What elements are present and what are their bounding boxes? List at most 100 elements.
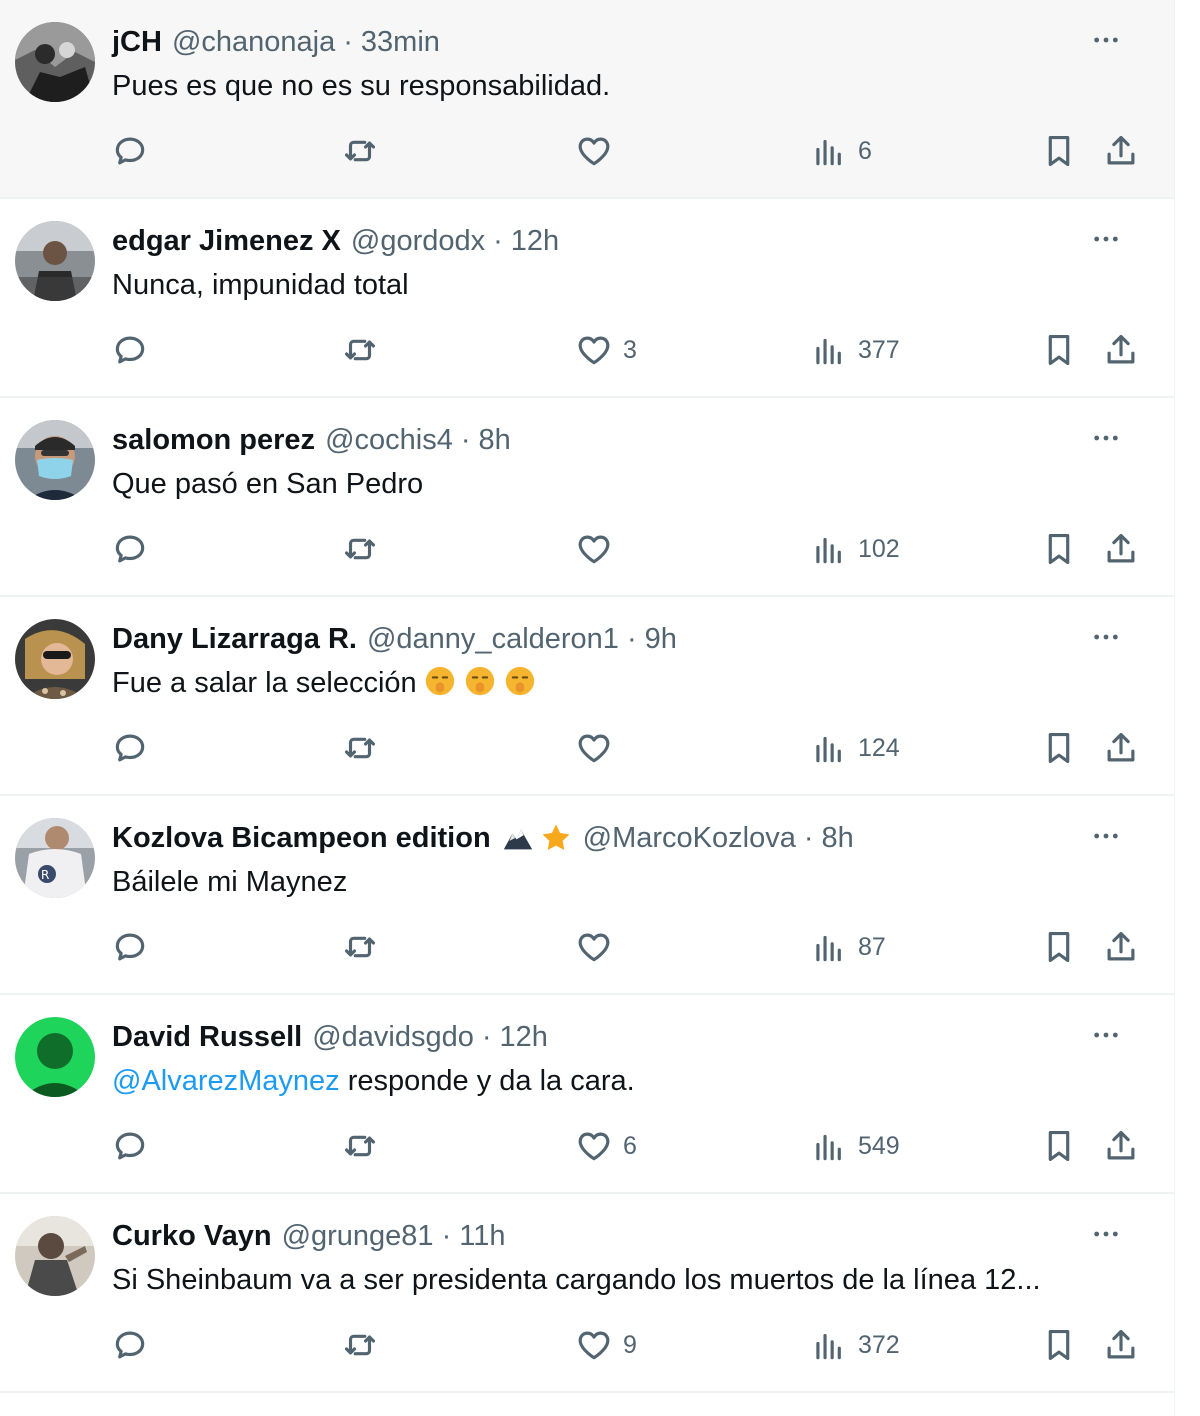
views-button[interactable]: 87	[810, 924, 886, 970]
avatar[interactable]	[15, 22, 95, 102]
more-options-icon[interactable]	[1088, 619, 1124, 655]
tweet-text-body: Fue a salar la selección	[112, 667, 417, 699]
avatar[interactable]	[15, 420, 95, 500]
bookmark-button[interactable]	[1040, 725, 1078, 771]
share-button[interactable]	[1102, 725, 1140, 771]
tweet-header: salomon perez @cochis4 · 8h	[112, 420, 511, 460]
bookmark-button[interactable]	[1040, 1322, 1078, 1368]
user-handle[interactable]: @gordodx	[351, 221, 485, 261]
more-options-icon[interactable]	[1088, 420, 1124, 456]
like-button[interactable]	[575, 526, 623, 572]
views-button[interactable]: 377	[810, 327, 900, 373]
action-bar: 102	[0, 526, 1174, 572]
reply-button[interactable]	[111, 924, 159, 970]
timestamp[interactable]: 8h	[479, 420, 511, 460]
reply-button[interactable]	[111, 1322, 159, 1368]
bookmark-button[interactable]	[1040, 924, 1078, 970]
user-name[interactable]: Kozlova Bicampeon edition	[112, 818, 491, 858]
share-button[interactable]	[1102, 924, 1140, 970]
reply-icon	[111, 928, 149, 966]
user-handle[interactable]: @MarcoKozlova	[583, 818, 796, 858]
avatar[interactable]: R	[15, 818, 95, 898]
reply-button[interactable]	[111, 327, 159, 373]
timestamp[interactable]: 12h	[511, 221, 559, 261]
reply-button[interactable]	[111, 1123, 159, 1169]
view-count: 87	[858, 932, 886, 961]
like-button[interactable]	[575, 128, 623, 174]
share-button[interactable]	[1102, 1123, 1140, 1169]
bookmark-button[interactable]	[1040, 526, 1078, 572]
more-options-icon[interactable]	[1088, 818, 1124, 854]
tweet[interactable]: Dany Lizarraga R. @danny_calderon1 · 9h …	[0, 597, 1174, 796]
like-button[interactable]: 3	[575, 327, 637, 373]
bookmark-button[interactable]	[1040, 128, 1078, 174]
like-button[interactable]	[575, 924, 623, 970]
like-button[interactable]: 9	[575, 1322, 637, 1368]
tweet-text: Nunca, impunidad total	[112, 269, 409, 301]
retweet-icon	[341, 1326, 379, 1364]
user-name[interactable]: Dany Lizarraga R.	[112, 619, 357, 659]
timestamp[interactable]: 8h	[822, 818, 854, 858]
retweet-button[interactable]	[341, 128, 379, 174]
separator: ·	[803, 822, 814, 854]
avatar[interactable]	[15, 1216, 95, 1296]
action-bar: 3 377	[0, 327, 1174, 373]
timestamp[interactable]: 9h	[645, 619, 677, 659]
mention-link[interactable]: @AlvarezMaynez	[112, 1065, 340, 1097]
tweet-header: Curko Vayn @grunge81 · 11h	[112, 1216, 505, 1256]
views-button[interactable]: 372	[810, 1322, 900, 1368]
user-handle[interactable]: @davidsgdo	[312, 1017, 474, 1057]
avatar[interactable]	[15, 1017, 95, 1097]
user-handle[interactable]: @chanonaja	[172, 22, 335, 62]
retweet-button[interactable]	[341, 924, 379, 970]
more-options-icon[interactable]	[1088, 1017, 1124, 1053]
like-button[interactable]	[575, 725, 623, 771]
timestamp[interactable]: 12h	[500, 1017, 548, 1057]
timestamp[interactable]: 33min	[361, 22, 440, 62]
tweet-text: Que pasó en San Pedro	[112, 468, 424, 500]
retweet-button[interactable]	[341, 526, 379, 572]
share-button[interactable]	[1102, 1322, 1140, 1368]
reply-button[interactable]	[111, 725, 159, 771]
share-button[interactable]	[1102, 327, 1140, 373]
bookmark-button[interactable]	[1040, 1123, 1078, 1169]
like-button[interactable]: 6	[575, 1123, 637, 1169]
views-icon	[810, 132, 848, 170]
action-bar: 6	[0, 128, 1174, 174]
retweet-button[interactable]	[341, 327, 379, 373]
share-button[interactable]	[1102, 526, 1140, 572]
tweet[interactable]: Curko Vayn @grunge81 · 11h Si Sheinbaum …	[0, 1194, 1174, 1393]
user-handle[interactable]: @grunge81	[282, 1216, 434, 1256]
avatar[interactable]	[15, 619, 95, 699]
avatar[interactable]	[15, 221, 95, 301]
user-name[interactable]: Curko Vayn	[112, 1216, 272, 1256]
more-options-icon[interactable]	[1088, 22, 1124, 58]
views-button[interactable]: 124	[810, 725, 900, 771]
timestamp[interactable]: 11h	[459, 1216, 505, 1256]
bookmark-button[interactable]	[1040, 327, 1078, 373]
retweet-button[interactable]	[341, 1123, 379, 1169]
retweet-button[interactable]	[341, 1322, 379, 1368]
views-button[interactable]: 549	[810, 1123, 900, 1169]
user-handle[interactable]: @cochis4	[325, 420, 453, 460]
tweet[interactable]: edgar Jimenez X @gordodx · 12h Nunca, im…	[0, 199, 1174, 398]
share-button[interactable]	[1102, 128, 1140, 174]
user-name[interactable]: edgar Jimenez X	[112, 221, 341, 261]
tweet[interactable]: salomon perez @cochis4 · 8h Que pasó en …	[0, 398, 1174, 597]
views-button[interactable]: 102	[810, 526, 900, 572]
more-options-icon[interactable]	[1088, 1216, 1124, 1252]
user-handle[interactable]: @danny_calderon1	[367, 619, 619, 659]
tweet[interactable]: David Russell @davidsgdo · 12h @AlvarezM…	[0, 995, 1174, 1194]
user-name[interactable]: David Russell	[112, 1017, 302, 1057]
tweet[interactable]: R Kozlova Bicampeon edition @MarcoKozlov…	[0, 796, 1174, 995]
retweet-button[interactable]	[341, 725, 379, 771]
views-button[interactable]: 6	[810, 128, 872, 174]
reply-button[interactable]	[111, 526, 159, 572]
reply-button[interactable]	[111, 128, 159, 174]
user-name[interactable]: jCH	[112, 22, 162, 62]
separator: ·	[460, 424, 471, 456]
separator: ·	[343, 26, 353, 58]
tweet[interactable]: jCH @chanonaja · 33min Pues es que no es…	[0, 0, 1174, 199]
user-name[interactable]: salomon perez	[112, 420, 315, 460]
more-options-icon[interactable]	[1088, 221, 1124, 257]
